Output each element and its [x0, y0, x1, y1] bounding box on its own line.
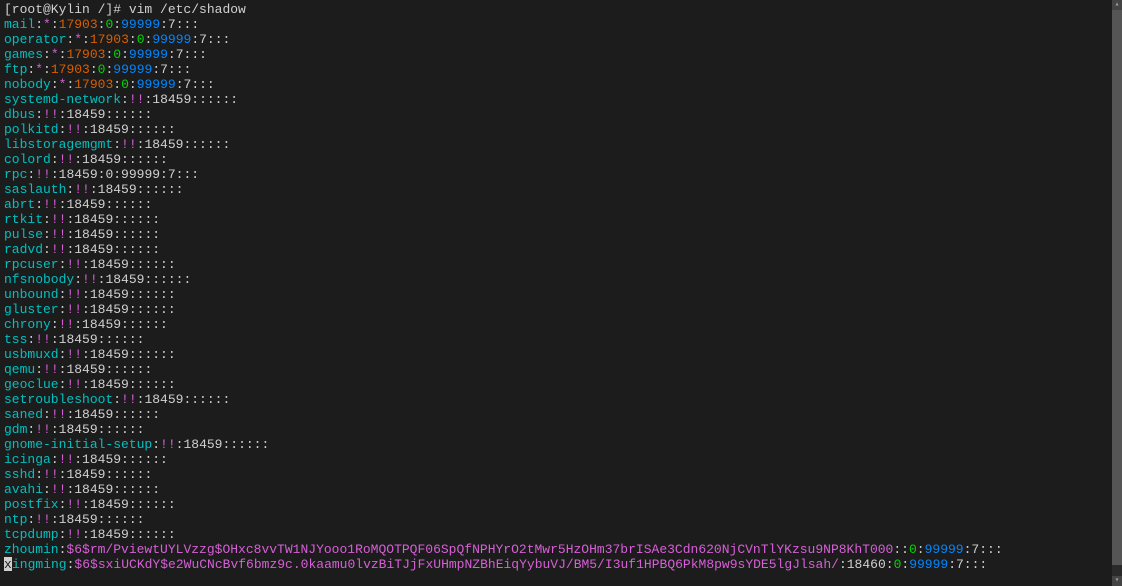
shadow-entry: rpcuser:!!:18459:::::: [4, 257, 1108, 272]
cursor: x [4, 557, 12, 571]
shadow-entry: rpc:!!:18459:0:99999:7::: [4, 167, 1108, 182]
command-text: vim /etc/shadow [129, 2, 246, 17]
shadow-entry: gnome-initial-setup:!!:18459:::::: [4, 437, 1108, 452]
shadow-entry: games:*:17903:0:99999:7::: [4, 47, 1108, 62]
shadow-entry: nobody:*:17903:0:99999:7::: [4, 77, 1108, 92]
shadow-entry: libstoragemgmt:!!:18459:::::: [4, 137, 1108, 152]
shadow-entry: chrony:!!:18459:::::: [4, 317, 1108, 332]
shadow-entry: qemu:!!:18459:::::: [4, 362, 1108, 377]
shadow-entry: geoclue:!!:18459:::::: [4, 377, 1108, 392]
shadow-entry: abrt:!!:18459:::::: [4, 197, 1108, 212]
shadow-entry: pulse:!!:18459:::::: [4, 227, 1108, 242]
terminal-output[interactable]: [root@Kylin /]# vim /etc/shadow mail:*:1… [0, 0, 1112, 586]
scroll-down-arrow[interactable]: ▾ [1112, 576, 1122, 586]
shadow-entry: dbus:!!:18459:::::: [4, 107, 1108, 122]
shadow-entry: saned:!!:18459:::::: [4, 407, 1108, 422]
shadow-entry: gluster:!!:18459:::::: [4, 302, 1108, 317]
shell-prompt: [root@Kylin /]# [4, 2, 129, 17]
shadow-entry: rtkit:!!:18459:::::: [4, 212, 1108, 227]
prompt-line: [root@Kylin /]# vim /etc/shadow [4, 2, 1108, 17]
shadow-entry: mail:*:17903:0:99999:7::: [4, 17, 1108, 32]
shadow-entry: usbmuxd:!!:18459:::::: [4, 347, 1108, 362]
shadow-entry: polkitd:!!:18459:::::: [4, 122, 1108, 137]
shadow-entry: unbound:!!:18459:::::: [4, 287, 1108, 302]
shadow-entry: setroubleshoot:!!:18459:::::: [4, 392, 1108, 407]
shadow-entry: colord:!!:18459:::::: [4, 152, 1108, 167]
shadow-entry: tss:!!:18459:::::: [4, 332, 1108, 347]
shadow-entry: avahi:!!:18459:::::: [4, 482, 1108, 497]
shadow-entry: saslauth:!!:18459:::::: [4, 182, 1108, 197]
shadow-entry: ftp:*:17903:0:99999:7::: [4, 62, 1108, 77]
shadow-entry: nfsnobody:!!:18459:::::: [4, 272, 1108, 287]
shadow-hash-entry: zhoumin:$6$rm/PviewtUYLVzzg$OHxc8vvTW1NJ… [4, 542, 1108, 557]
shadow-entry: systemd-network:!!:18459:::::: [4, 92, 1108, 107]
shadow-entry: icinga:!!:18459:::::: [4, 452, 1108, 467]
shadow-entry: radvd:!!:18459:::::: [4, 242, 1108, 257]
shadow-entry: sshd:!!:18459:::::: [4, 467, 1108, 482]
scroll-thumb[interactable] [1112, 10, 1122, 565]
shadow-entry: postfix:!!:18459:::::: [4, 497, 1108, 512]
shadow-entry: operator:*:17903:0:99999:7::: [4, 32, 1108, 47]
shadow-entry: gdm:!!:18459:::::: [4, 422, 1108, 437]
scroll-up-arrow[interactable]: ▴ [1112, 0, 1122, 10]
shadow-entry: ntp:!!:18459:::::: [4, 512, 1108, 527]
shadow-hash-entry: xingming:$6$sxiUCKdY$e2WuCNcBvf6bmz9c.0k… [4, 557, 1108, 572]
scrollbar[interactable]: ▴ ▾ [1112, 0, 1122, 586]
shadow-entry: tcpdump:!!:18459:::::: [4, 527, 1108, 542]
